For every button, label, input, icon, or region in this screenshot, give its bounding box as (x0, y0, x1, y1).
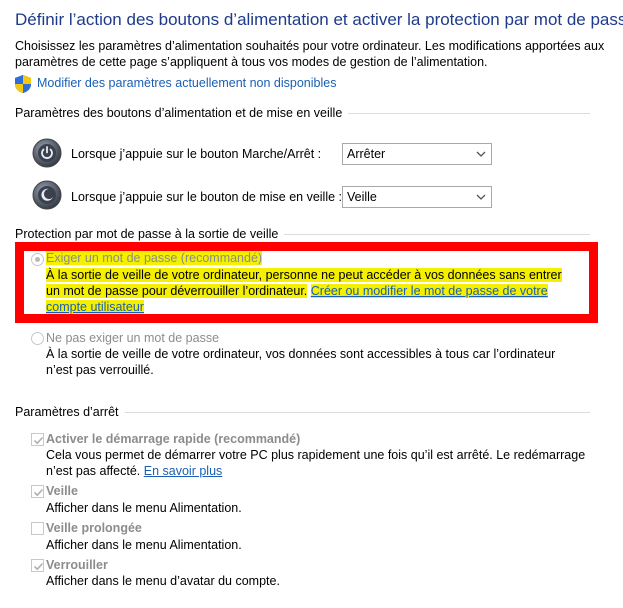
power-button-icon (32, 138, 62, 168)
uac-shield-icon (15, 75, 31, 93)
checkmark-icon (33, 436, 44, 445)
sleep-button-action-label: Lorsque j’appuie sur le bouton de mise e… (71, 190, 343, 204)
password-protection-section-label: Protection par mot de passe à la sortie … (15, 227, 285, 241)
sleep-menu-checkbox[interactable] (31, 485, 44, 498)
power-button-action-value: Arrêter (347, 147, 386, 161)
fast-startup-checkbox[interactable] (31, 433, 44, 446)
require-password-radio[interactable] (31, 253, 44, 266)
checkmark-icon (33, 562, 44, 571)
no-password-description: À la sortie de veille de votre ordinateu… (46, 347, 556, 377)
learn-more-link[interactable]: En savoir plus (144, 464, 223, 478)
change-unavailable-settings-link[interactable]: Modifier des paramètres actuellement non… (37, 76, 336, 90)
fast-startup-label: Activer le démarrage rapide (recommandé) (46, 432, 301, 446)
sleep-button-icon (32, 180, 62, 210)
checkmark-icon (33, 488, 44, 497)
power-buttons-section-label: Paramètres des boutons d’alimentation et… (15, 106, 349, 120)
intro-text: Choisissez les paramètres d’alimentation… (15, 39, 605, 69)
power-button-action-select[interactable]: Arrêter (342, 143, 492, 165)
sleep-menu-description: Afficher dans le menu Alimentation. (46, 501, 242, 515)
no-password-label: Ne pas exiger un mot de passe (46, 331, 220, 345)
sleep-button-action-value: Veille (347, 190, 377, 204)
lock-menu-checkbox[interactable] (31, 559, 44, 572)
sleep-menu-label: Veille (46, 484, 78, 498)
power-button-action-label: Lorsque j’appuie sur le bouton Marche/Ar… (71, 147, 322, 161)
hibernate-menu-checkbox[interactable] (31, 522, 44, 535)
chevron-down-icon (476, 194, 486, 200)
page-title: Définir l’action des boutons d’alimentat… (15, 10, 623, 29)
lock-menu-description: Afficher dans le menu d’avatar du compte… (46, 574, 280, 588)
hibernate-menu-description: Afficher dans le menu Alimentation. (46, 538, 242, 552)
fast-startup-description: Cela vous permet de démarrer votre PC pl… (46, 448, 586, 478)
sleep-button-action-select[interactable]: Veille (342, 186, 492, 208)
hibernate-menu-label: Veille prolongée (46, 521, 142, 535)
require-password-description: À la sortie de veille de votre ordinateu… (46, 268, 562, 314)
no-password-radio[interactable] (31, 332, 44, 345)
lock-menu-label: Verrouiller (46, 558, 108, 572)
chevron-down-icon (476, 151, 486, 157)
require-password-label: Exiger un mot de passe (recommandé) (46, 251, 263, 265)
shutdown-section-label: Paramètres d’arrêt (15, 405, 125, 419)
